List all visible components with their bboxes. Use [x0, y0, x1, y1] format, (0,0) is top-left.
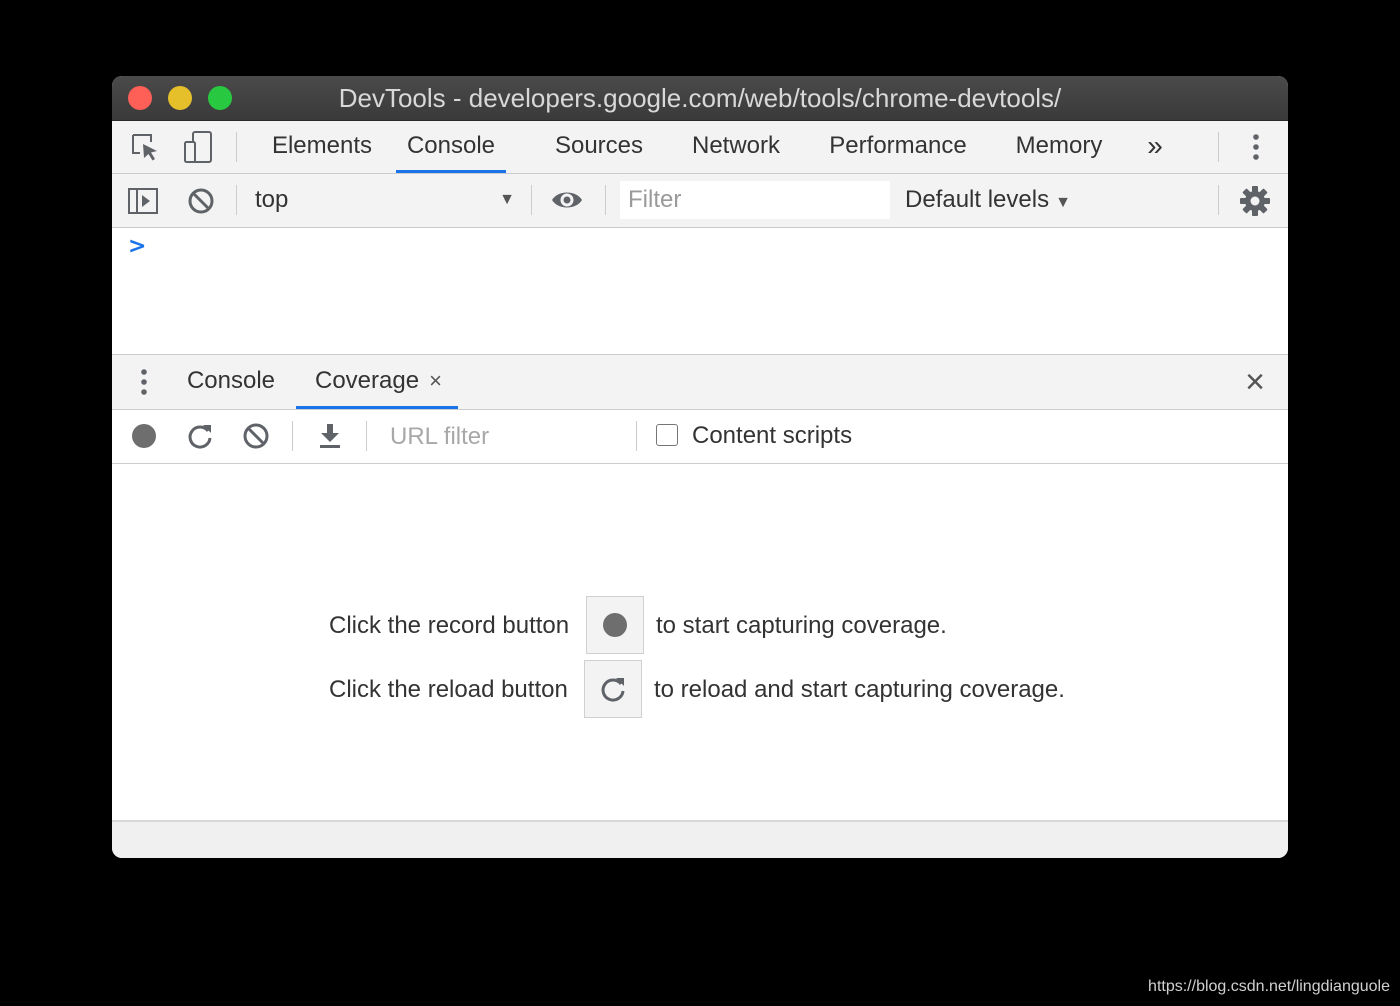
content-scripts-label: Content scripts: [692, 422, 853, 449]
eye-icon[interactable]: [548, 186, 586, 214]
context-selector-value: top: [255, 186, 289, 213]
record-instruction-prefix: Click the record button: [329, 612, 570, 639]
title-bar: DevTools - developers.google.com/web/too…: [112, 76, 1288, 121]
coverage-empty-state: Click the record button to start capturi…: [112, 464, 1288, 820]
toolbar-divider: [531, 185, 532, 215]
devtools-window: DevTools - developers.google.com/web/too…: [112, 76, 1288, 858]
dropdown-arrow-icon: ▼: [499, 191, 515, 208]
watermark: https://blog.csdn.net/lingdianguole: [1148, 978, 1390, 995]
toolbar-divider: [366, 421, 367, 451]
filter-input[interactable]: [620, 181, 890, 219]
record-icon: [603, 613, 627, 637]
download-icon[interactable]: [314, 420, 346, 452]
log-levels-dropdown[interactable]: Default levels ▼: [905, 182, 1071, 218]
toolbar-divider: [605, 185, 606, 215]
url-filter-input[interactable]: [382, 418, 622, 456]
drawer-tab-coverage[interactable]: Coverage ×: [296, 355, 458, 409]
kebab-menu-icon[interactable]: [1244, 131, 1268, 163]
toolbar-divider: [236, 132, 237, 162]
console-output[interactable]: >: [112, 228, 1288, 354]
reload-icon[interactable]: [184, 420, 216, 452]
reload-icon: [601, 678, 625, 702]
toolbar-divider: [1218, 185, 1219, 215]
toolbar-divider: [1218, 132, 1219, 162]
drawer-menu-icon[interactable]: [136, 367, 152, 397]
inline-record-button[interactable]: [586, 596, 644, 654]
device-toolbar-icon[interactable]: [182, 129, 216, 165]
tab-performance[interactable]: Performance: [816, 121, 980, 173]
sidebar-toggle-icon[interactable]: [126, 184, 160, 218]
close-drawer-icon[interactable]: ×: [1240, 363, 1270, 401]
tab-memory[interactable]: Memory: [1002, 121, 1116, 173]
tab-elements[interactable]: Elements: [258, 121, 386, 173]
drawer-tab-console[interactable]: Console: [174, 355, 288, 409]
reload-instruction-suffix: to reload and start capturing coverage.: [654, 676, 1065, 703]
content-scripts-checkbox[interactable]: [656, 424, 678, 446]
reload-instruction-prefix: Click the reload button: [329, 676, 568, 703]
record-icon[interactable]: [128, 420, 160, 452]
toolbar-divider: [236, 185, 237, 215]
status-bar: [112, 820, 1288, 858]
clear-icon[interactable]: [240, 420, 272, 452]
more-tabs-icon[interactable]: »: [1138, 121, 1172, 173]
gear-icon[interactable]: [1238, 184, 1272, 218]
log-levels-label: Default levels: [905, 186, 1050, 213]
record-instruction-suffix: to start capturing coverage.: [656, 612, 947, 639]
main-toolbar: Elements Console Sources Network Perform…: [112, 121, 1288, 174]
context-selector[interactable]: top ▼: [255, 182, 515, 218]
console-prompt: >: [128, 234, 147, 259]
drawer-tab-coverage-label: Coverage: [315, 367, 420, 394]
dropdown-arrow-icon: ▼: [1055, 194, 1071, 211]
window-title: DevTools - developers.google.com/web/too…: [338, 83, 1062, 113]
console-toolbar: top ▼ Default levels ▼: [112, 174, 1288, 228]
toolbar-divider: [292, 421, 293, 451]
drawer-tab-bar: Console Coverage × ×: [112, 354, 1288, 410]
inline-reload-button[interactable]: [584, 660, 642, 718]
toolbar-divider: [636, 421, 637, 451]
clear-console-icon[interactable]: [184, 184, 218, 218]
close-tab-icon[interactable]: ×: [429, 368, 442, 393]
tab-network[interactable]: Network: [678, 121, 794, 173]
tab-sources[interactable]: Sources: [542, 121, 656, 173]
coverage-toolbar: Content scripts: [112, 410, 1288, 464]
tab-console[interactable]: Console: [396, 121, 506, 173]
inspect-element-icon[interactable]: [128, 131, 162, 163]
